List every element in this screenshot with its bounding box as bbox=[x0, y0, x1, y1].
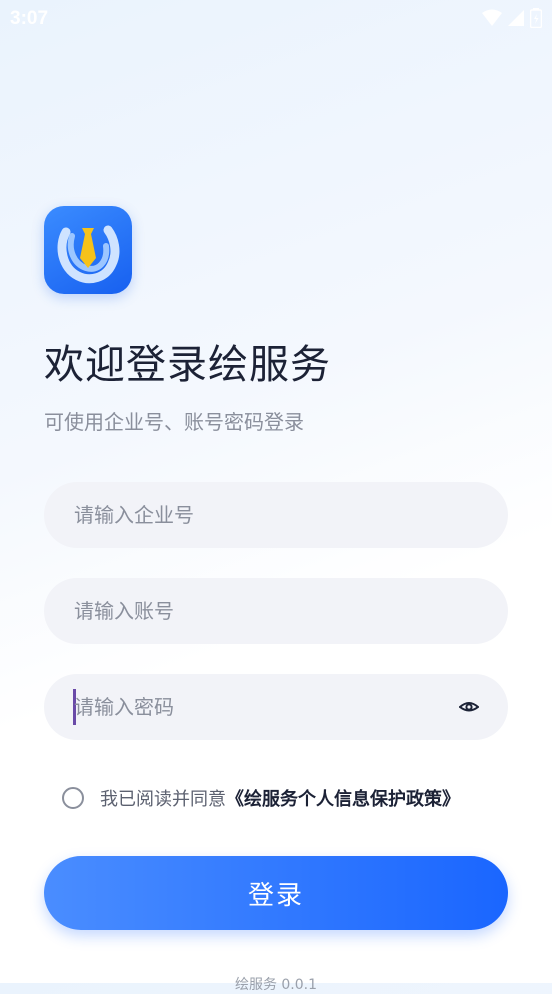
eye-icon[interactable] bbox=[458, 696, 480, 718]
welcome-subtitle: 可使用企业号、账号密码登录 bbox=[44, 410, 304, 434]
agreement-text: 我已阅读并同意 bbox=[100, 789, 226, 810]
status-icons bbox=[482, 8, 542, 28]
status-time: 3:07 bbox=[10, 8, 49, 29]
privacy-policy-link[interactable]: 《绘服务个人信息保护政策》 bbox=[226, 785, 460, 811]
app-logo bbox=[44, 206, 132, 294]
account-field[interactable] bbox=[44, 578, 508, 644]
welcome-title: 欢迎登录绘服务 bbox=[44, 342, 331, 388]
company-field[interactable] bbox=[44, 482, 508, 548]
app-logo-icon bbox=[57, 225, 120, 284]
login-button[interactable]: 登录 bbox=[44, 856, 508, 930]
battery-icon bbox=[530, 8, 542, 28]
password-field[interactable] bbox=[44, 674, 508, 740]
account-input[interactable] bbox=[74, 578, 454, 644]
agreement-checkbox[interactable] bbox=[62, 787, 84, 809]
agreement-row: 我已阅读并同意 《绘服务个人信息保护政策》 bbox=[62, 785, 460, 811]
signal-icon bbox=[508, 10, 524, 26]
password-input[interactable] bbox=[74, 674, 454, 740]
status-bar: 3:07 bbox=[0, 0, 552, 38]
version-text: 绘服务 0.0.1 bbox=[234, 977, 318, 993]
wifi-icon bbox=[482, 9, 502, 26]
company-input[interactable] bbox=[74, 482, 454, 548]
